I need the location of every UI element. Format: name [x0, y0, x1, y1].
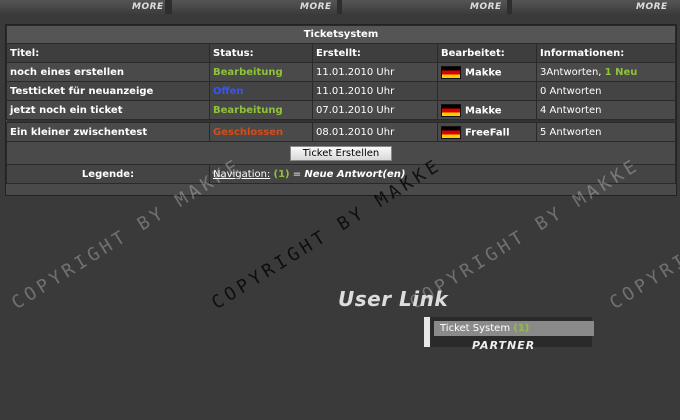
ticket-table: Ticketsystem Titel: Status: Erstellt: Be…: [6, 25, 676, 184]
ticket-title[interactable]: noch eines erstellen: [6, 62, 210, 82]
header-created: Erstellt:: [312, 43, 438, 63]
ticket-system-link[interactable]: Ticket System (1): [434, 321, 594, 336]
legend-count: (1): [273, 168, 290, 180]
legend-equals: =: [289, 168, 305, 180]
ticket-title[interactable]: Testticket für neuanzeige: [6, 81, 210, 101]
status-badge: Geschlossen: [213, 126, 284, 138]
table-row[interactable]: Testticket für neuanzeige Offen 11.01.20…: [6, 81, 676, 101]
table-row[interactable]: jetzt noch ein ticket Bearbeitung 07.01.…: [6, 100, 676, 120]
german-flag-icon: [441, 125, 461, 139]
ticket-system-label: Ticket System: [440, 323, 511, 334]
editor-name: Makke: [465, 105, 502, 116]
more-link-4[interactable]: MORE: [636, 0, 668, 14]
german-flag-icon: [441, 103, 461, 117]
user-link-strip: [424, 317, 430, 347]
info-text: 0 Antworten: [536, 81, 676, 101]
top-navigation-bar: MORE MORE MORE MORE: [0, 0, 680, 14]
ticket-title[interactable]: Ein kleiner zwischentest: [6, 122, 210, 142]
ticket-title[interactable]: jetzt noch ein ticket: [6, 100, 210, 120]
created-date: 11.01.2010 Uhr: [312, 81, 438, 101]
ticketsystem-panel: Ticketsystem Titel: Status: Erstellt: Be…: [5, 24, 677, 196]
editor-name: FreeFall: [465, 127, 510, 138]
created-date: 08.01.2010 Uhr: [312, 122, 438, 142]
table-row[interactable]: Ein kleiner zwischentest Geschlossen 08.…: [6, 122, 676, 142]
status-badge: Bearbeitung: [213, 66, 283, 78]
created-date: 11.01.2010 Uhr: [312, 62, 438, 82]
more-link-2[interactable]: MORE: [300, 0, 332, 14]
user-link-box: Ticket System (1) PARTNER: [424, 317, 594, 352]
status-badge: Offen: [213, 85, 244, 97]
header-status: Status:: [209, 43, 313, 63]
created-date: 07.01.2010 Uhr: [312, 100, 438, 120]
info-text: 3Antworten,: [540, 66, 602, 78]
user-link-heading: User Link: [338, 287, 449, 311]
info-new: 1 Neu: [604, 66, 638, 78]
more-link-3[interactable]: MORE: [470, 0, 502, 14]
editor-name: [437, 81, 537, 101]
table-title: Ticketsystem: [6, 25, 676, 44]
info-text: 4 Antworten: [536, 100, 676, 120]
editor-name: Makke: [465, 67, 502, 78]
table-row[interactable]: noch eines erstellen Bearbeitung 11.01.2…: [6, 62, 676, 82]
legend-new-answer: Neue Antwort(en): [304, 168, 406, 180]
status-badge: Bearbeitung: [213, 104, 283, 116]
german-flag-icon: [441, 65, 461, 79]
more-link-1[interactable]: MORE: [132, 0, 164, 14]
header-edited: Bearbeitet:: [437, 43, 537, 63]
create-ticket-button[interactable]: Ticket Erstellen: [289, 145, 393, 161]
ticket-system-count: (1): [513, 323, 530, 334]
info-text: 5 Antworten: [536, 122, 676, 142]
legend-label: Legende:: [6, 164, 210, 184]
header-title: Titel:: [6, 43, 210, 63]
header-info: Informationen:: [536, 43, 676, 63]
partner-banner[interactable]: PARTNER: [472, 339, 535, 352]
